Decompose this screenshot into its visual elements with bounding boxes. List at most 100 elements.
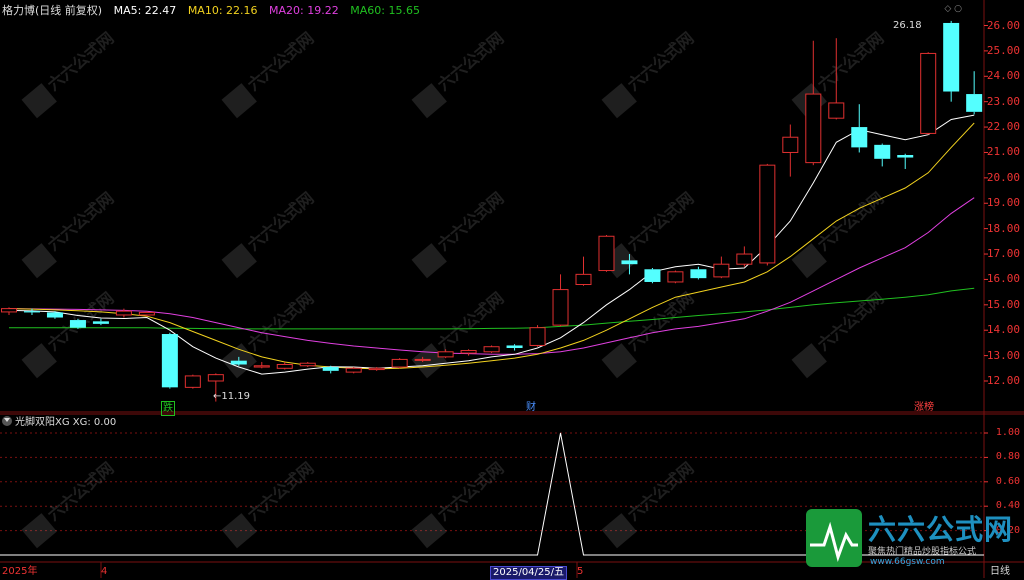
candle-body [598, 235, 615, 272]
candle-up [529, 325, 546, 347]
candle-body [874, 144, 891, 159]
candle-up [552, 274, 569, 327]
candle-body [322, 367, 339, 371]
candle-body [575, 273, 592, 286]
candle-up [713, 256, 730, 279]
indicator-axis-tick: 0.60 [995, 475, 1020, 487]
site-logo-url: www.66gsw.com [870, 557, 945, 567]
candle-down [161, 332, 178, 389]
candle-body [345, 367, 362, 373]
candle-body [644, 269, 661, 282]
candle-up [782, 124, 799, 177]
candle-body [92, 321, 109, 324]
candle-body [161, 334, 178, 388]
candle-body [69, 320, 86, 328]
candle-body [276, 363, 293, 369]
candle-down [506, 344, 523, 351]
watermark-text: 六六公式网 [434, 188, 508, 254]
price-axis-tick: 18.00 [986, 221, 1020, 235]
price-axis-tick: 12.00 [986, 374, 1020, 387]
watermark-mark: 六六公式网 [791, 288, 887, 379]
watermark-mark: 六六公式网 [21, 288, 117, 379]
watermark-text: 六六公式网 [44, 188, 118, 254]
candle-body [897, 155, 914, 158]
candle-up [667, 270, 684, 284]
candle-body [46, 312, 63, 318]
indicator-header: 光脚双阳XG XG: 0.00 [2, 416, 116, 430]
candle-body [23, 311, 40, 313]
candle-body [690, 269, 707, 279]
candle-up [1, 307, 17, 315]
price-axis-tick: 21.00 [986, 145, 1020, 159]
watermark-mark: 六六公式网 [601, 458, 698, 549]
candle-body [552, 289, 569, 326]
candle-down [897, 153, 914, 169]
watermark-mark: 六六公式网 [411, 28, 507, 119]
indicator-label[interactable]: 光脚双阳XG XG: 0.00 [15, 417, 116, 428]
event-marker-finance[interactable]: 财 [525, 401, 537, 414]
watermark-text: 六六公式网 [244, 28, 318, 94]
price-axis-tick: 17.00 [986, 247, 1020, 261]
candle-up [575, 256, 592, 286]
chart-grid [0, 0, 1024, 578]
candle-up [345, 367, 362, 374]
price-axis-tick: 19.00 [986, 196, 1020, 210]
watermark-mark: 六六公式网 [791, 188, 888, 279]
x-label-april: 4 [101, 566, 108, 577]
candle-up [736, 246, 753, 267]
price-axis-tick: 20.00 [986, 170, 1020, 184]
watermark-text: 六六公式网 [624, 28, 698, 94]
watermark-text: 六六公式网 [244, 288, 318, 354]
candle-up [598, 234, 615, 272]
watermark-text: 六六公式网 [44, 458, 118, 524]
ma20-label: MA20: 19.22 [269, 4, 339, 17]
candle-body [138, 311, 155, 316]
x-label-year: 2025年 [2, 566, 38, 577]
chart-corner-icons[interactable]: ◇ ○ [944, 4, 962, 14]
candle-body [828, 102, 845, 119]
candle-body [736, 253, 753, 265]
candle-up [184, 374, 201, 389]
price-axis-tick: 23.00 [986, 94, 1020, 108]
watermark-mark: 六六公式网 [221, 28, 318, 119]
candle-body [851, 127, 868, 148]
candle-down [874, 143, 891, 167]
watermark-mark: 六六公式网 [21, 458, 118, 549]
candle-body [529, 327, 546, 346]
watermark-text: 六六公式网 [814, 28, 888, 94]
watermark-text: 六六公式网 [434, 288, 508, 354]
candle-body [1, 308, 17, 313]
watermark-text: 六六公式网 [44, 28, 118, 94]
candle-up [483, 345, 500, 354]
event-marker-down[interactable]: 跌 [161, 401, 175, 416]
watermark-mark: 六六公式网 [411, 188, 508, 279]
candle-body [506, 345, 523, 348]
indicator-axis-tick: 1.00 [995, 427, 1020, 438]
stock-title[interactable]: 格力博(日线 前复权) [2, 4, 102, 17]
candle-body [713, 263, 730, 278]
kline-chart[interactable]: 六六公式网 六六公式网 六六公式网 六六公式网 六六公式网六六公式网 六六公式网 六六公式网… [0, 0, 1024, 578]
candle-body [253, 365, 270, 368]
x-label-may: 5 [577, 566, 584, 577]
price-axis-tick: 25.00 [986, 43, 1020, 57]
price-axis-tick: 14.00 [986, 323, 1020, 337]
candle-up [460, 349, 477, 356]
candle-down [851, 104, 868, 153]
candle-body [230, 360, 247, 365]
price-axis-tick: 26.00 [986, 18, 1020, 32]
candle-up [437, 349, 454, 359]
candle-body [414, 358, 431, 361]
candle-body [368, 367, 385, 371]
watermark-text: 六六公式网 [624, 458, 698, 524]
candle-body [621, 260, 638, 265]
indicator-axis-tick: 0.80 [995, 451, 1020, 463]
watermark-mark: 六六公式网 [411, 458, 507, 549]
ma60-label: MA60: 15.65 [350, 4, 420, 17]
indicator-menu-icon[interactable] [2, 416, 12, 426]
watermark-text: 六六公式网 [814, 188, 888, 254]
candle-body [483, 346, 500, 353]
candle-body [943, 22, 960, 92]
ma5-label: MA5: 22.47 [113, 4, 177, 17]
event-marker-limit-up[interactable]: 涨榜 [913, 401, 935, 414]
watermark-text: 六六公式网 [624, 188, 698, 254]
